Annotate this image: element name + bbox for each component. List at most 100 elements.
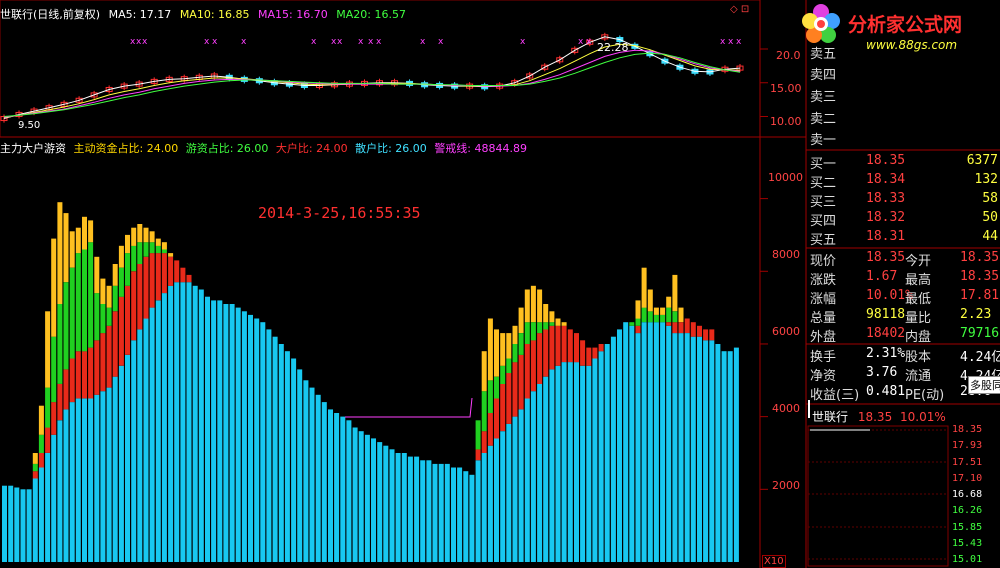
bar-big-holder <box>586 347 592 366</box>
bar-retail <box>229 304 235 562</box>
bar-retail <box>469 474 475 562</box>
multi-stock-button[interactable]: 多股同列 <box>968 376 1000 394</box>
bar-active-fund <box>161 242 167 250</box>
bar-retail <box>414 456 420 562</box>
bar-retail <box>2 485 7 562</box>
bar-big-holder <box>75 351 81 399</box>
stat-value: 18.35 <box>960 269 1000 284</box>
bar-big-holder <box>180 267 186 283</box>
mini-y-tick: 17.93 <box>952 440 983 452</box>
bar-retail <box>137 329 143 562</box>
bar-big-holder <box>500 383 506 432</box>
bar-retail <box>20 489 26 562</box>
bar-retail <box>543 376 549 562</box>
bar-hot-money <box>500 365 506 384</box>
bar-hot-money <box>143 242 149 257</box>
bar-retail <box>721 351 727 562</box>
bar-retail <box>389 449 395 562</box>
bar-retail <box>143 318 149 562</box>
mini-title[interactable]: 世联行 <box>812 410 848 424</box>
bar-retail <box>709 340 715 562</box>
signal-marker: x <box>520 37 526 47</box>
sell5-label: 卖五 <box>810 47 837 62</box>
stat-label: 流通 <box>905 369 932 384</box>
stock-terminal: xxxxxxxxxxxxxxxxxxxx 世联行(日线,前复权) MA5: 17… <box>0 0 1000 568</box>
bar-big-holder <box>543 329 549 377</box>
mini-change: 10.01% <box>900 410 946 424</box>
bar-retail <box>358 431 364 562</box>
bar-retail <box>309 387 315 562</box>
bar-retail <box>690 336 696 562</box>
bar-big-holder <box>481 431 487 453</box>
mini-y-tick: 16.68 <box>952 489 983 500</box>
bar-active-fund <box>647 289 653 312</box>
signal-marker: x <box>438 37 444 47</box>
buy2-volume: 132 <box>974 172 998 187</box>
bar-retail <box>647 322 653 562</box>
bar-active-fund <box>635 300 641 319</box>
active-fund-label: 主动资金占比: 24.00 <box>73 142 179 155</box>
bar-big-holder <box>475 449 481 461</box>
bar-retail <box>125 354 130 562</box>
bar-hot-money <box>100 304 106 334</box>
bar-retail <box>444 463 450 562</box>
buy1-volume: 6377 <box>966 153 998 168</box>
ma15-label: MA15: 16.70 <box>258 8 328 21</box>
ma-line-5 <box>3 36 741 119</box>
bar-retail <box>235 307 241 562</box>
signal-marker: x <box>728 37 734 47</box>
bar-big-holder <box>709 329 715 341</box>
bar-retail <box>217 300 223 562</box>
bar-retail <box>192 285 198 562</box>
panel-controls[interactable]: ◇ ⊡ <box>730 4 749 15</box>
bar-retail <box>131 340 137 562</box>
bar-active-fund <box>487 318 493 381</box>
logo-url[interactable]: www.88gs.com <box>866 38 957 52</box>
bar-retail <box>610 336 616 562</box>
ind-tick-8000: 8000 <box>772 248 800 261</box>
buy2-price: 18.34 <box>866 172 906 187</box>
bar-big-holder <box>555 325 561 366</box>
bar-retail <box>186 282 192 562</box>
mini-chart-frame <box>807 425 949 567</box>
bar-active-fund <box>666 296 672 308</box>
bar-active-fund <box>75 227 81 254</box>
stat-label: 总量 <box>810 311 837 326</box>
stat-value: 79716 <box>960 326 1000 341</box>
bar-retail <box>623 322 629 562</box>
stat-value: 98118 <box>866 307 906 322</box>
buy3-volume: 58 <box>982 191 998 206</box>
stat-value: 2.23 <box>960 307 992 322</box>
alert-line <box>345 397 473 418</box>
bar-retail <box>598 351 604 562</box>
bar-active-fund <box>94 256 100 294</box>
bar-big-holder <box>131 271 137 341</box>
bar-active-fund <box>32 453 38 464</box>
high-annotation: 22.28 <box>597 41 629 54</box>
bar-retail <box>715 344 721 562</box>
sell4-label: 卖四 <box>810 68 837 83</box>
buy5-label: 买五 <box>810 233 837 248</box>
stock-title[interactable]: 世联行(日线,前复权) <box>0 8 100 21</box>
sell1-label: 卖一 <box>810 133 837 148</box>
bar-active-fund <box>112 264 118 286</box>
stat-label: 现价 <box>810 254 837 269</box>
signal-marker: x <box>368 37 374 47</box>
signal-marker: x <box>337 37 343 47</box>
stat-value: 18.35 <box>960 250 1000 265</box>
bar-active-fund <box>500 333 506 366</box>
stat-label: PE(动) <box>905 388 945 403</box>
bar-hot-money <box>106 307 112 326</box>
price-tick-10: 10.00 <box>770 115 802 128</box>
sell3-label: 卖三 <box>810 90 837 105</box>
bar-hot-money <box>88 242 94 348</box>
bar-retail <box>112 376 118 562</box>
bar-hot-money <box>137 242 143 264</box>
indicator-name[interactable]: 主力大户游资 <box>0 142 66 155</box>
signal-marker: x <box>142 37 148 47</box>
bar-retail <box>561 362 567 562</box>
bar-active-fund <box>137 224 143 243</box>
stat-label: 换手 <box>810 350 837 365</box>
bar-big-holder <box>518 354 524 410</box>
bar-big-holder <box>174 260 180 283</box>
